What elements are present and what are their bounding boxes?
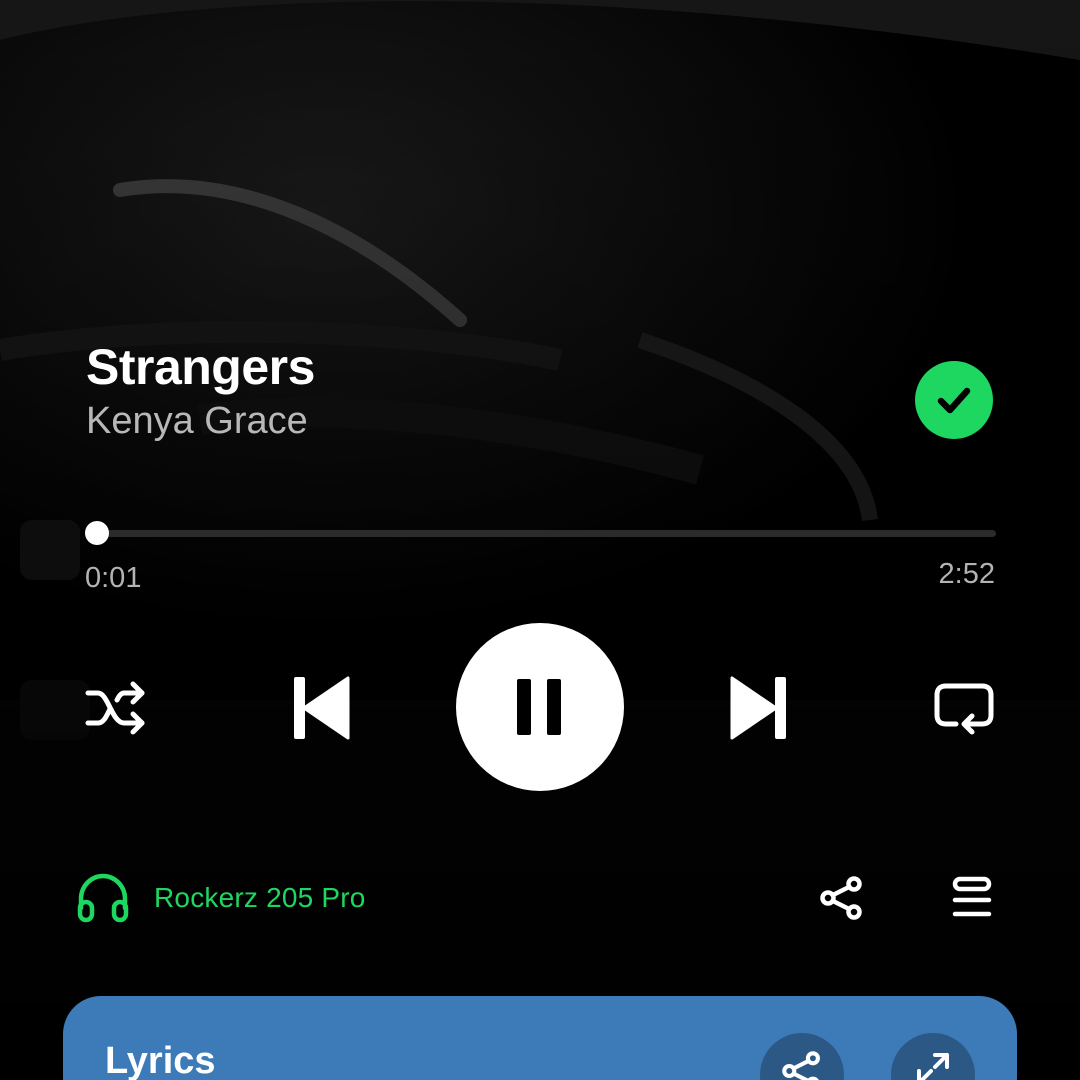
progress-bar[interactable] (85, 521, 996, 545)
next-button[interactable] (724, 672, 794, 744)
headphones-icon (77, 873, 129, 923)
device-name: Rockerz 205 Pro (154, 882, 366, 913)
pause-icon (517, 679, 561, 735)
checkmark-icon (937, 387, 971, 414)
lyrics-share-button[interactable] (760, 1033, 844, 1080)
pause-button[interactable] (456, 623, 624, 791)
skip-previous-icon (294, 676, 350, 740)
repeat-icon (934, 683, 994, 735)
expand-icon (917, 1053, 949, 1080)
liked-button[interactable] (915, 361, 993, 439)
share-icon (782, 1051, 820, 1080)
lyrics-title: Lyrics (105, 1040, 216, 1080)
track-title[interactable]: Strangers (86, 338, 315, 396)
shuffle-button[interactable] (82, 676, 150, 740)
queue-icon (952, 876, 992, 917)
lyrics-card[interactable]: Lyrics (63, 996, 1017, 1080)
share-icon (820, 876, 862, 920)
track-artist[interactable]: Kenya Grace (86, 398, 315, 444)
queue-button[interactable] (946, 872, 998, 924)
shuffle-icon (85, 681, 145, 735)
share-button[interactable] (816, 872, 868, 924)
skip-next-icon (730, 676, 786, 740)
progress-track (92, 530, 996, 537)
previous-button[interactable] (286, 672, 356, 744)
track-info: Strangers Kenya Grace (86, 338, 315, 444)
connected-device[interactable]: Rockerz 205 Pro (76, 872, 366, 924)
total-duration: 2:52 (938, 558, 995, 590)
lyrics-expand-button[interactable] (891, 1033, 975, 1080)
repeat-button[interactable] (928, 674, 1000, 742)
elapsed-time: 0:01 (85, 562, 142, 594)
